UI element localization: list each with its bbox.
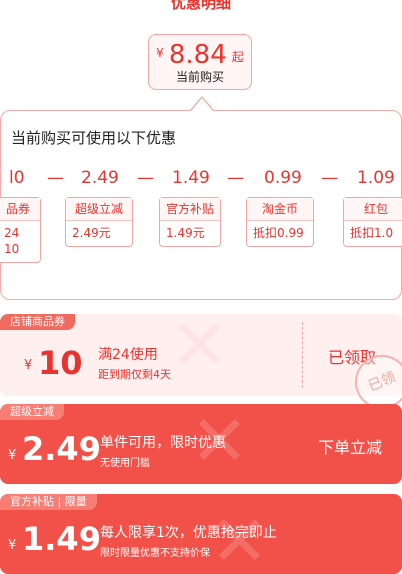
calc-value: 1.09 [357, 168, 395, 188]
coupon-corner-label: 超级立减 [0, 404, 64, 420]
coupon-value: 2.49 [22, 430, 101, 468]
tag-line: 抵扣1.0 [350, 226, 394, 240]
coupon-card-super-cut[interactable]: ✕ 超级立减 ¥ 2.49 单件可用，限时优惠 无使用门槛 下单立减 [0, 404, 402, 484]
calc-value: l0 [9, 168, 25, 188]
calc-value: 1.49 [172, 168, 210, 188]
tag-title: 红包 [344, 198, 402, 221]
currency-symbol: ¥ [156, 46, 164, 60]
discount-tag-row: 品券 24 10 超级立减 2.49元 官方补贴 1.49元 淘金币 抵扣0.9… [0, 197, 402, 287]
calc-value: 0.99 [264, 168, 302, 188]
coupon-currency: ¥ [24, 358, 33, 373]
coupon-currency: ¥ [8, 448, 17, 463]
discount-tag-taojinbi[interactable]: 淘金币 抵扣0.99 [246, 197, 314, 247]
coupon-card-store[interactable]: ✕ 店铺商品券 ¥ 10 满24使用 距到期仅剩4天 已领取 [0, 314, 402, 396]
calc-operator: — [137, 168, 154, 188]
tag-line: 10 [4, 242, 20, 256]
page-title: 优惠明细 [170, 0, 231, 12]
coupon-currency: ¥ [8, 538, 17, 553]
coupon-corner-label: 店铺商品券 [0, 314, 75, 330]
discount-breakdown-panel: 当前购买可使用以下优惠 l0 — 2.49 — 1.49 — 0.99 — 1.… [0, 110, 402, 300]
tag-line: 抵扣0.99 [253, 226, 304, 240]
tag-title: 官方补贴 [160, 198, 220, 221]
panel-pointer-inner [191, 98, 213, 111]
discount-tag-official-subsidy[interactable]: 官方补贴 1.49元 [159, 197, 221, 247]
tag-line: 24 [4, 226, 20, 240]
tag-title: 品券 [0, 198, 40, 221]
coupon-action-button[interactable]: 下单立减 [318, 434, 382, 458]
coupon-condition: 满24使用 [98, 347, 158, 363]
current-price-bubble: ¥ 8.84 起 当前购买 [148, 34, 252, 90]
panel-heading: 当前购买可使用以下优惠 [11, 129, 177, 147]
calc-operator: — [47, 168, 64, 188]
watermark-icon: ✕ [170, 314, 229, 386]
coupon-card-official-subsidy[interactable]: ✕ 官方补贴 | 限量 ¥ 1.49 每人限享1次，优惠抢完即止 限时限量优惠不… [0, 494, 402, 574]
current-price-amount: 8.84 [168, 40, 227, 70]
coupon-corner-label: 官方补贴 | 限量 [0, 494, 97, 510]
tag-line: 2.49元 [72, 226, 111, 240]
coupon-note: 无使用门槛 [100, 458, 150, 469]
tag-line: 1.49元 [166, 226, 205, 240]
discount-tag-red-packet[interactable]: 红包 抵扣1.0 [343, 197, 402, 247]
calc-operator: — [321, 168, 338, 188]
coupon-divider [302, 322, 303, 388]
discount-calc-row: l0 — 2.49 — 1.49 — 0.99 — 1.09 [1, 168, 402, 194]
coupon-note: 限时限量优惠不支持价保 [100, 548, 210, 559]
coupon-condition: 每人限享1次，优惠抢完即止 [100, 525, 277, 541]
discount-tag-super-cut[interactable]: 超级立减 2.49元 [65, 197, 133, 247]
coupon-value: 1.49 [22, 520, 101, 558]
calc-operator: — [227, 168, 244, 188]
tag-title: 超级立减 [66, 198, 132, 221]
discount-tag-store-coupon[interactable]: 品券 24 10 [0, 197, 41, 263]
price-suffix: 起 [231, 50, 244, 64]
tag-title: 淘金币 [247, 198, 313, 221]
calc-value: 2.49 [81, 168, 119, 188]
coupon-expiry: 距到期仅剩4天 [98, 368, 171, 381]
coupon-condition: 单件可用，限时优惠 [100, 435, 226, 451]
coupon-value: 10 [38, 344, 83, 382]
